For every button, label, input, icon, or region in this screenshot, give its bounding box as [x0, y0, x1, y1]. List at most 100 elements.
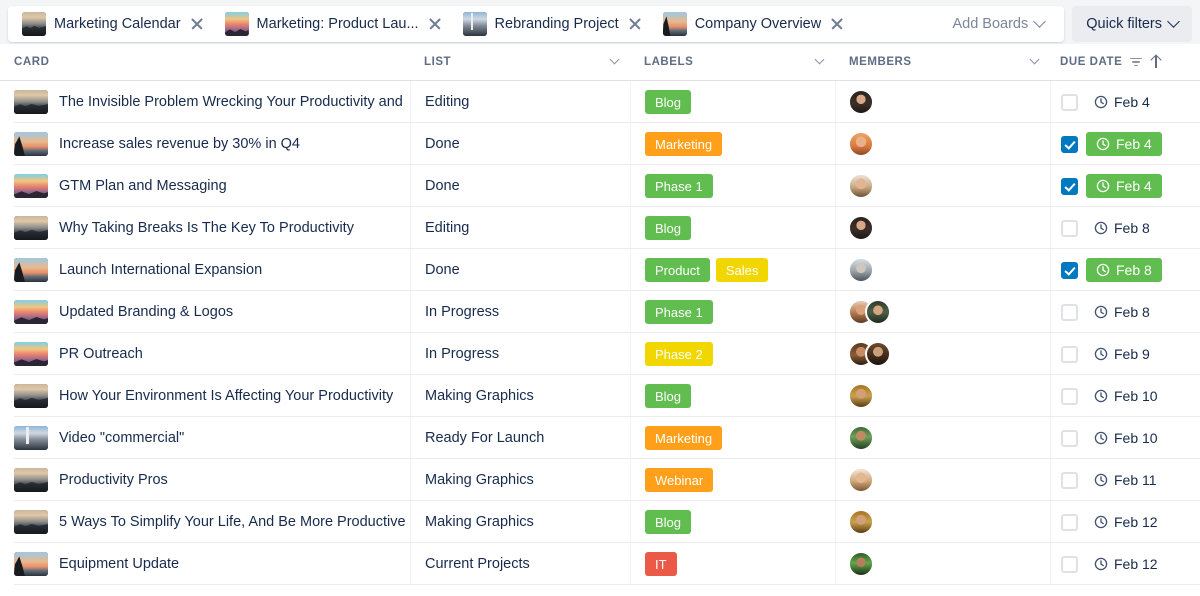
avatar[interactable]: [848, 509, 874, 535]
close-icon[interactable]: [427, 16, 443, 32]
due-complete-checkbox[interactable]: [1061, 513, 1078, 531]
members-cell[interactable]: [835, 501, 1050, 543]
avatar[interactable]: [848, 467, 874, 493]
card-cell[interactable]: 5 Ways To Simplify Your Life, And Be Mor…: [0, 501, 410, 543]
card-cell[interactable]: Increase sales revenue by 30% in Q4: [0, 123, 410, 165]
due-complete-checkbox[interactable]: [1061, 219, 1078, 237]
avatar[interactable]: [848, 173, 874, 199]
label-chip[interactable]: Blog: [645, 384, 692, 408]
members-cell[interactable]: [835, 375, 1050, 417]
due-complete-checkbox[interactable]: [1061, 471, 1078, 489]
table-row[interactable]: PR Outreach In Progress Phase 2 Feb 9: [0, 333, 1200, 375]
members-cell[interactable]: [835, 207, 1050, 249]
board-tab[interactable]: Company Overview: [653, 7, 856, 41]
list-cell[interactable]: Done: [410, 249, 630, 291]
due-date-badge[interactable]: Feb 10: [1086, 384, 1166, 408]
members-cell[interactable]: [835, 81, 1050, 123]
card-cell[interactable]: Productivity Pros: [0, 459, 410, 501]
table-row[interactable]: Video "commercial" Ready For Launch Market…: [0, 417, 1200, 459]
label-chip[interactable]: Blog: [645, 90, 692, 114]
label-chip[interactable]: Blog: [645, 216, 692, 240]
label-chip[interactable]: Product: [645, 258, 710, 282]
avatar[interactable]: [865, 341, 891, 367]
labels-cell[interactable]: IT: [630, 543, 835, 585]
label-chip[interactable]: Marketing: [645, 426, 723, 450]
board-tab[interactable]: Marketing: Product Lau...: [215, 7, 453, 41]
label-chip[interactable]: Phase 2: [645, 342, 713, 366]
due-complete-checkbox[interactable]: [1061, 555, 1078, 573]
labels-cell[interactable]: Webinar: [630, 459, 835, 501]
members-cell[interactable]: [835, 123, 1050, 165]
due-date-cell[interactable]: Feb 9: [1050, 333, 1200, 375]
due-date-cell[interactable]: Feb 10: [1050, 375, 1200, 417]
table-row[interactable]: GTM Plan and Messaging Done Phase 1 Feb 4: [0, 165, 1200, 207]
labels-cell[interactable]: Blog: [630, 375, 835, 417]
avatar[interactable]: [848, 131, 874, 157]
table-row[interactable]: Updated Branding & Logos In Progress Phase…: [0, 291, 1200, 333]
table-row[interactable]: How Your Environment Is Affecting Your P…: [0, 375, 1200, 417]
labels-cell[interactable]: Blog: [630, 207, 835, 249]
board-tab[interactable]: Rebranding Project: [453, 7, 653, 41]
avatar[interactable]: [848, 215, 874, 241]
column-header-due[interactable]: DUE DATE: [1050, 44, 1200, 80]
list-cell[interactable]: Current Projects: [410, 543, 630, 585]
card-cell[interactable]: How Your Environment Is Affecting Your P…: [0, 375, 410, 417]
members-cell[interactable]: [835, 459, 1050, 501]
members-cell[interactable]: [835, 333, 1050, 375]
list-cell[interactable]: Done: [410, 123, 630, 165]
labels-cell[interactable]: Phase 2: [630, 333, 835, 375]
board-tab[interactable]: Marketing Calendar: [12, 7, 215, 41]
label-chip[interactable]: Phase 1: [645, 300, 713, 324]
table-row[interactable]: Increase sales revenue by 30% in Q4 Done M…: [0, 123, 1200, 165]
column-header-card[interactable]: CARD: [0, 44, 410, 80]
due-date-badge[interactable]: Feb 12: [1086, 510, 1166, 534]
column-header-members[interactable]: MEMBERS: [835, 44, 1050, 80]
label-chip[interactable]: Blog: [645, 510, 692, 534]
due-complete-checkbox[interactable]: [1061, 261, 1078, 279]
avatar[interactable]: [865, 299, 891, 325]
members-cell[interactable]: [835, 249, 1050, 291]
due-date-badge[interactable]: Feb 11: [1086, 468, 1165, 492]
avatar[interactable]: [848, 257, 874, 283]
labels-cell[interactable]: Marketing: [630, 123, 835, 165]
due-date-cell[interactable]: Feb 12: [1050, 501, 1200, 543]
labels-cell[interactable]: Phase 1: [630, 165, 835, 207]
due-date-badge[interactable]: Feb 9: [1086, 342, 1158, 366]
due-date-badge[interactable]: Feb 4: [1086, 132, 1162, 156]
due-date-badge[interactable]: Feb 4: [1086, 174, 1162, 198]
list-cell[interactable]: Making Graphics: [410, 375, 630, 417]
list-cell[interactable]: Done: [410, 165, 630, 207]
label-chip[interactable]: Webinar: [645, 468, 714, 492]
due-date-cell[interactable]: Feb 4: [1050, 81, 1200, 123]
due-complete-checkbox[interactable]: [1061, 93, 1078, 111]
card-cell[interactable]: GTM Plan and Messaging: [0, 165, 410, 207]
labels-cell[interactable]: Product Sales: [630, 249, 835, 291]
members-cell[interactable]: [835, 417, 1050, 459]
add-boards-button[interactable]: Add Boards: [940, 14, 1060, 32]
card-cell[interactable]: Launch International Expansion: [0, 249, 410, 291]
list-cell[interactable]: In Progress: [410, 291, 630, 333]
members-cell[interactable]: [835, 291, 1050, 333]
list-cell[interactable]: Editing: [410, 207, 630, 249]
labels-cell[interactable]: Phase 1: [630, 291, 835, 333]
due-date-badge[interactable]: Feb 12: [1086, 552, 1166, 576]
card-cell[interactable]: The Invisible Problem Wrecking Your Prod…: [0, 81, 410, 123]
due-date-cell[interactable]: Feb 10: [1050, 417, 1200, 459]
card-cell[interactable]: Video "commercial": [0, 417, 410, 459]
due-date-cell[interactable]: Feb 8: [1050, 291, 1200, 333]
due-date-cell[interactable]: Feb 8: [1050, 207, 1200, 249]
due-date-cell[interactable]: Feb 4: [1050, 123, 1200, 165]
label-chip[interactable]: IT: [645, 552, 677, 576]
due-date-badge[interactable]: Feb 4: [1086, 90, 1158, 114]
avatar[interactable]: [848, 551, 874, 577]
chevron-down-icon[interactable]: [814, 54, 825, 64]
members-cell[interactable]: [835, 543, 1050, 585]
table-row[interactable]: Productivity Pros Making Graphics Webinar F…: [0, 459, 1200, 501]
due-date-badge[interactable]: Feb 10: [1086, 426, 1166, 450]
card-cell[interactable]: Updated Branding & Logos: [0, 291, 410, 333]
list-cell[interactable]: In Progress: [410, 333, 630, 375]
due-complete-checkbox[interactable]: [1061, 135, 1078, 153]
due-date-badge[interactable]: Feb 8: [1086, 258, 1162, 282]
due-complete-checkbox[interactable]: [1061, 387, 1078, 405]
card-cell[interactable]: Equipment Update: [0, 543, 410, 585]
